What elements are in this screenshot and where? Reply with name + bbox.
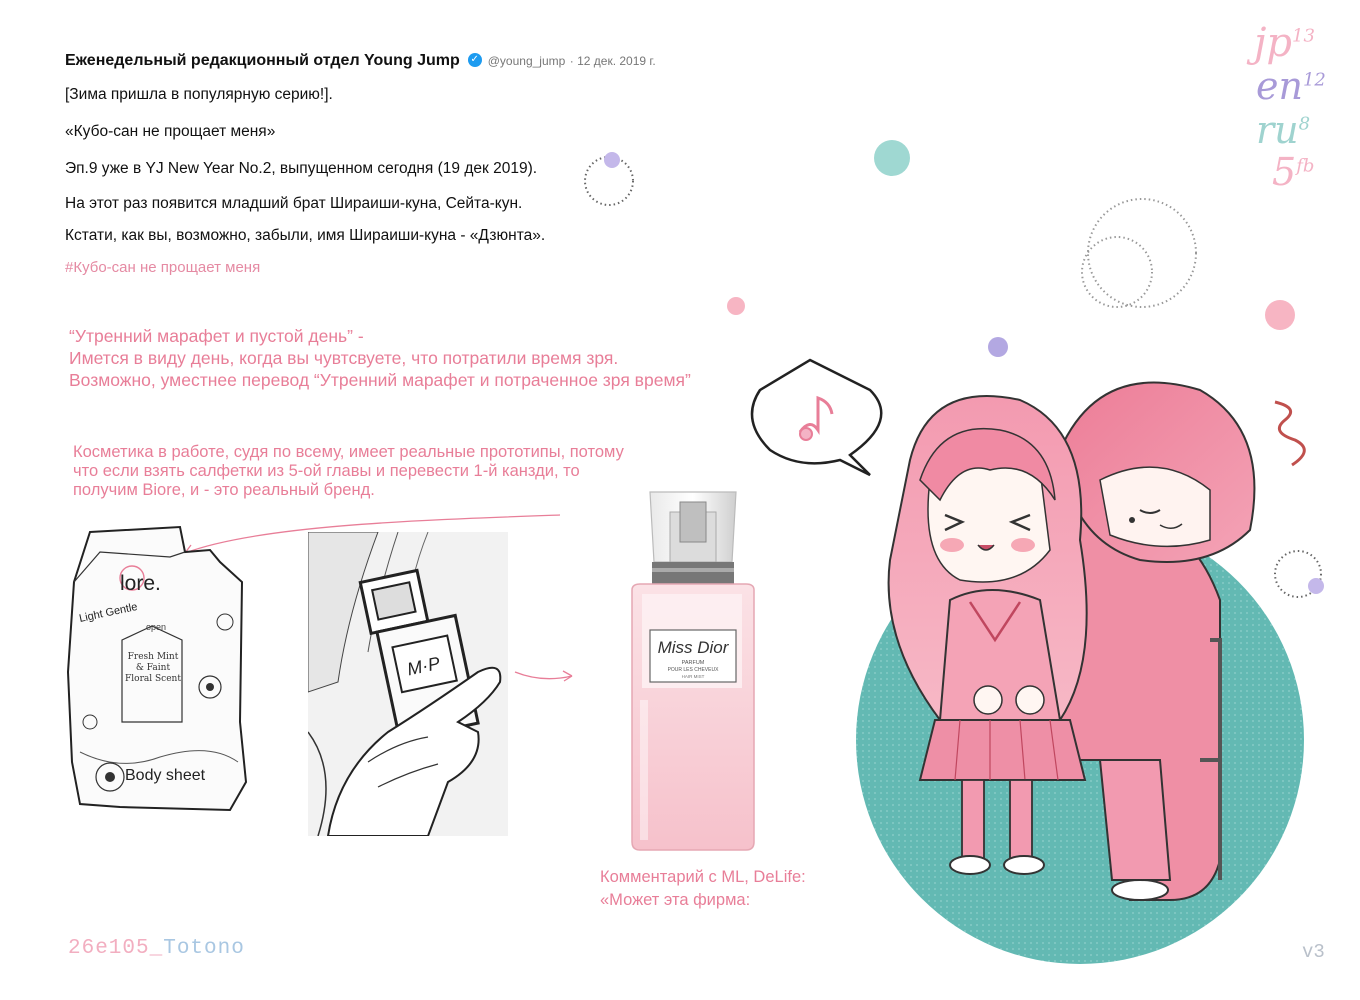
wipes-panel: lore. Light Gentle open Fresh Mint & Fai… bbox=[66, 525, 248, 812]
perfume-name: Miss Dior bbox=[658, 638, 730, 657]
perfume-line2: POUR LES CHEVEUX bbox=[668, 667, 720, 673]
corner-tag-jp: jp13 bbox=[1254, 20, 1315, 66]
corner-tag-en: en12 bbox=[1256, 64, 1326, 108]
lavender-dot bbox=[604, 152, 620, 168]
music-note-bubble bbox=[750, 358, 883, 477]
chibi-illustration bbox=[750, 358, 1306, 964]
teal-dot bbox=[874, 140, 910, 176]
perfume-line3: HAIR MIST bbox=[682, 674, 705, 679]
perfume-arrow bbox=[514, 671, 573, 680]
manga-hand-panel: M·P bbox=[308, 532, 508, 836]
pink-dot bbox=[727, 297, 745, 315]
wipes-scent: Fresh Mint & Faint Floral Scent bbox=[125, 652, 181, 684]
perfume-line1: PARFUM bbox=[682, 660, 705, 666]
corner-tag-ru: ru8 bbox=[1256, 108, 1311, 152]
corner-tag-fb: 5fb bbox=[1272, 150, 1315, 194]
translator-signature: 26e105_Totono bbox=[68, 937, 245, 960]
pink-dot bbox=[1265, 300, 1295, 330]
version-label: v3 bbox=[1302, 941, 1325, 963]
wipes-body-sheet: Body sheet bbox=[125, 767, 206, 784]
dotted-circle bbox=[1087, 198, 1197, 308]
squiggle-mark bbox=[1274, 400, 1306, 467]
wipes-brand: lore. bbox=[120, 572, 161, 595]
